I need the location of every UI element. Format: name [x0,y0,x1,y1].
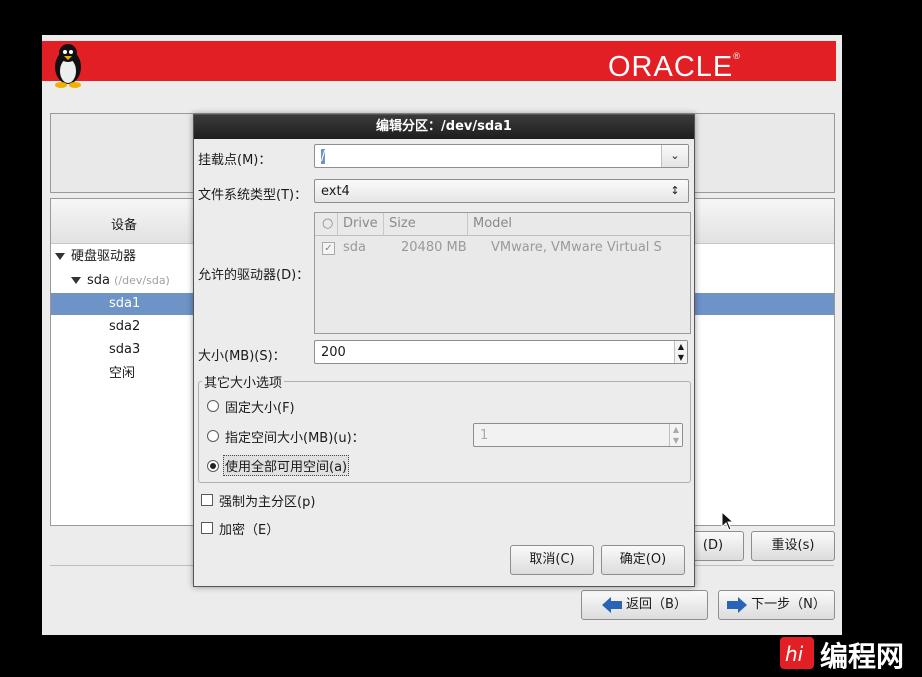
expander-icon[interactable] [55,253,65,260]
arrow-left-icon [602,596,623,613]
svg-text:hi: hi [785,642,804,666]
size-value: 200 [321,345,346,360]
drive-model: VMware, VMware Virtual S [491,240,662,255]
dialog-title: 编辑分区：/dev/sda1 [194,115,694,139]
fill-upto-value: 1 [480,428,489,443]
encrypt-label[interactable]: 加密（E） [219,519,279,538]
updown-icon: ↕ [670,184,680,197]
watermark: hi 编程网 [780,633,920,673]
drive-checkbox[interactable]: ✓ [322,242,335,255]
col-drive: Drive [337,213,378,235]
allowed-drives-list[interactable]: ○ Drive Size Model ✓ sda 20480 MB VMware… [314,212,691,334]
oracle-banner: ORACLE® [42,41,836,83]
cancel-button[interactable]: 取消(C) [510,545,594,575]
drive-name: sda [343,240,366,255]
ok-button[interactable]: 确定(O) [601,545,685,575]
watermark-logo-icon: hi [780,637,814,669]
force-primary-label[interactable]: 强制为主分区(p) [219,491,315,510]
arrow-right-icon [727,596,748,613]
allowed-drives-label: 允许的驱动器(D)： [198,268,310,283]
mouse-cursor-icon [721,511,735,531]
fill-upto-label[interactable]: 指定空间大小(MB)(u)： [225,427,365,446]
mount-point-combo[interactable]: / ⌄ [314,144,689,168]
drive-row[interactable]: ✓ sda 20480 MB VMware, VMware Virtual S [315,236,690,260]
fill-upto-spinbox: 1 ▲ ▼ [473,423,683,447]
back-button[interactable]: 返回（B） [581,590,708,620]
spin-arrows-icon: ▲ ▼ [669,424,682,446]
col-model: Model [467,213,512,235]
reset-button[interactable]: 重设(s) [751,531,835,561]
radio-fixed-size[interactable] [207,400,219,412]
fs-type-value: ext4 [321,184,350,199]
fixed-size-label[interactable]: 固定大小(F) [225,397,295,416]
mount-point-value: / [321,149,326,164]
radio-fill-all[interactable] [207,460,219,472]
edit-partition-dialog: 编辑分区：/dev/sda1 挂载点(M)： / ⌄ 文件系统类型(T)： ex… [193,114,695,587]
radio-fill-upto[interactable] [207,430,219,442]
fs-type-select[interactable]: ext4 ↕ [314,179,689,203]
mount-point-label: 挂载点(M)： [198,153,272,168]
tux-penguin-icon [55,44,81,88]
fs-type-label: 文件系统类型(T)： [198,188,308,203]
oracle-logo: ORACLE® [608,51,741,83]
size-label: 大小(MB)(S)： [198,349,286,364]
drive-size: 20480 MB [401,240,467,255]
chevron-down-icon[interactable]: ⌄ [661,145,688,167]
fill-all-label[interactable]: 使用全部可用空间(a) [223,455,350,476]
drives-list-header: ○ Drive Size Model [315,213,690,236]
force-primary-checkbox[interactable] [201,494,213,506]
spin-arrows-icon[interactable]: ▲ ▼ [674,341,687,363]
encrypt-checkbox[interactable] [201,522,213,534]
size-options-label: 其它大小选项 [202,372,285,391]
col-size: Size [383,213,416,235]
expander-icon[interactable] [71,277,81,284]
next-button[interactable]: 下一步（N） [718,590,835,620]
radio-column-icon: ○ [322,216,334,231]
watermark-text: 编程网 [820,640,905,673]
size-spinbox[interactable]: 200 ▲ ▼ [314,340,688,364]
